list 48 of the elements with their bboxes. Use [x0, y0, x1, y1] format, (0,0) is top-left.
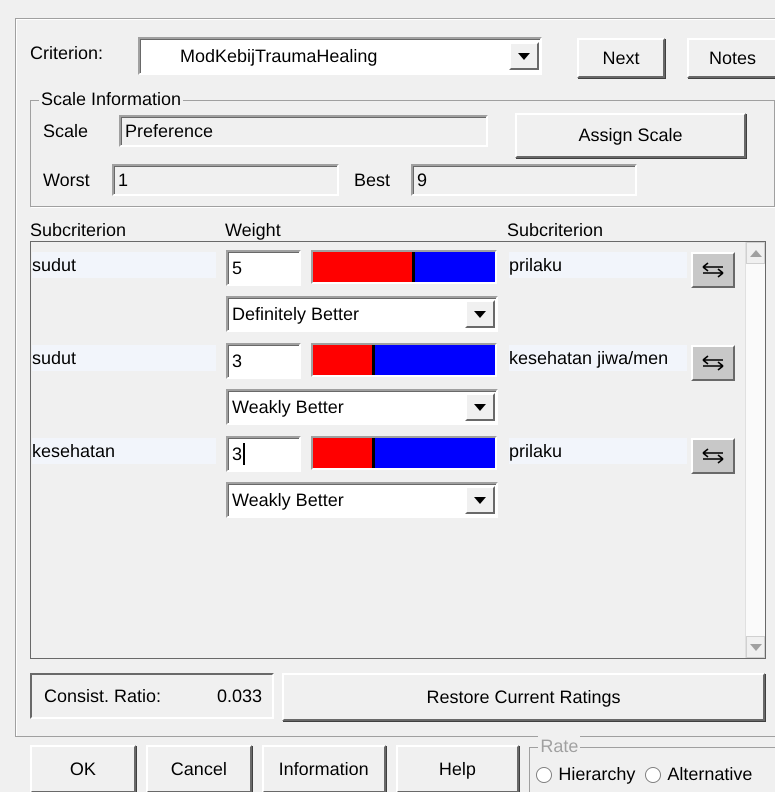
- weight-field[interactable]: 3: [226, 436, 301, 472]
- dialog-button[interactable]: Help: [396, 745, 520, 792]
- assign-scale-button[interactable]: Assign Scale: [515, 113, 746, 158]
- swap-arrows-icon: [701, 261, 725, 279]
- subcriterion-label: kesehatan jiwa/men: [509, 345, 687, 371]
- weight-bar[interactable]: [311, 436, 497, 470]
- criterion-dropdown[interactable]: ModKebijTraumaHealing: [138, 37, 542, 75]
- scale-label: Scale: [43, 121, 90, 142]
- swap-button[interactable]: [691, 345, 735, 381]
- worst-field: 1: [112, 164, 339, 196]
- dialog-button[interactable]: Information: [262, 745, 386, 792]
- swap-button[interactable]: [691, 252, 735, 288]
- best-label: Best: [354, 170, 392, 190]
- criterion-label: Criterion:: [30, 43, 104, 64]
- swap-arrows-icon: [701, 447, 725, 465]
- verbal-judgment-dropdown[interactable]: Weakly Better: [226, 389, 498, 425]
- consistency-value: 0.033: [216, 686, 262, 706]
- dropdown-arrow-icon: [474, 496, 486, 504]
- column-header: Subcriterion: [507, 220, 604, 241]
- weight-bar[interactable]: [311, 250, 497, 284]
- rate-radio[interactable]: Hierarchy: [536, 764, 636, 785]
- notes-button[interactable]: Notes: [687, 38, 775, 78]
- subcriterion-label: sudut: [32, 252, 216, 278]
- verbal-judgment-dropdown[interactable]: Weakly Better: [226, 482, 498, 518]
- subcriterion-label: prilaku: [509, 252, 687, 278]
- restore-ratings-button[interactable]: Restore Current Ratings: [282, 673, 765, 721]
- weight-bar[interactable]: [311, 343, 497, 377]
- verbal-judgment-dropdown[interactable]: Definitely Better: [226, 296, 498, 332]
- next-button[interactable]: Next: [577, 38, 665, 78]
- subcriterion-label: sudut: [32, 345, 216, 371]
- swap-button[interactable]: [691, 438, 735, 474]
- dialog-button[interactable]: Cancel: [146, 745, 252, 792]
- dropdown-arrow-icon: [474, 310, 486, 318]
- weight-field[interactable]: 5: [226, 250, 301, 286]
- weight-field[interactable]: 3: [226, 343, 301, 379]
- swap-arrows-icon: [701, 354, 725, 372]
- column-header: Subcriterion: [30, 220, 128, 241]
- worst-label: Worst: [43, 170, 91, 190]
- subcriterion-label: kesehatan: [32, 438, 216, 464]
- dropdown-arrow-icon: [518, 52, 530, 60]
- scale-field: Preference: [119, 115, 488, 147]
- dialog-button[interactable]: OK: [30, 745, 136, 792]
- consistency-label: Consist. Ratio:: [44, 686, 162, 706]
- column-header: Weight: [225, 220, 282, 241]
- best-field: 9: [411, 164, 637, 196]
- subcriterion-label: prilaku: [509, 438, 687, 464]
- rate-radio[interactable]: Alternative: [645, 764, 752, 785]
- dropdown-arrow-icon: [474, 404, 486, 410]
